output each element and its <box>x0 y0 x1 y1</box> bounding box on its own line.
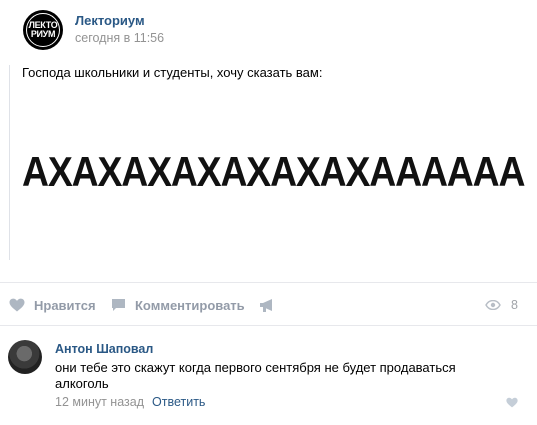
post-time[interactable]: сегодня в 11:56 <box>75 31 164 45</box>
comment-author[interactable]: Антон Шаповал <box>55 342 153 356</box>
reply-button[interactable]: Ответить <box>152 395 205 409</box>
share-button[interactable] <box>259 290 285 320</box>
comments-divider <box>0 325 537 326</box>
wall-post: ЛЕКТО РИУМ Лекториум сегодня в 11:56 Гос… <box>0 0 537 425</box>
repost-bar <box>9 65 10 260</box>
comment-button[interactable]: Комментировать <box>111 290 245 320</box>
post-author[interactable]: Лекториум <box>75 13 145 28</box>
commenter-avatar[interactable] <box>8 340 42 374</box>
comment-icon <box>112 299 125 311</box>
actions-divider <box>0 282 537 283</box>
comment-item: Антон Шаповал они тебе это скажут когда … <box>0 334 537 425</box>
post-actions: Нравится Комментировать 8 <box>0 290 537 320</box>
views-count: 8 <box>511 298 518 312</box>
post-text: Господа школьники и студенты, хочу сказа… <box>22 65 323 80</box>
comment-heart-icon[interactable] <box>506 397 518 408</box>
comment-text: они тебе это скажут когда первого сентяб… <box>55 360 456 391</box>
like-label: Нравится <box>34 297 96 313</box>
eye-icon <box>485 300 501 310</box>
comment-time[interactable]: 12 минут назад <box>55 395 144 409</box>
views-counter: 8 <box>485 290 518 320</box>
comment-label: Комментировать <box>135 297 245 313</box>
post-image-text: АХАХАХАХАХАХАХАААААА <box>22 148 525 195</box>
megaphone-icon <box>260 298 272 312</box>
avatar-text-line2: РИУМ <box>30 29 56 39</box>
community-avatar[interactable]: ЛЕКТО РИУМ <box>23 10 63 50</box>
heart-icon <box>9 298 25 312</box>
like-button[interactable]: Нравится <box>9 290 96 320</box>
comment-meta: 12 минут назад Ответить <box>55 395 205 409</box>
